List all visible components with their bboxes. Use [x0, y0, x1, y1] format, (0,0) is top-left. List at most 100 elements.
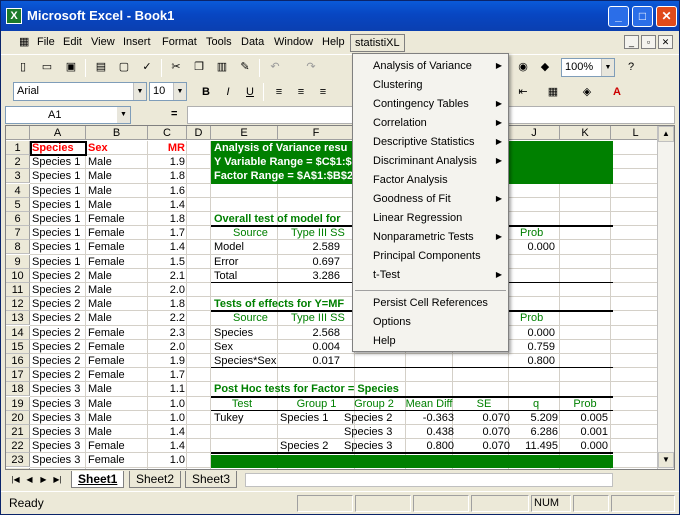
scroll-up-icon[interactable]: ▲: [658, 126, 674, 142]
menu-item-factor-analysis[interactable]: Factor Analysis: [373, 171, 508, 189]
close-button[interactable]: ✕: [656, 6, 677, 27]
fill-color-icon[interactable]: ◈: [577, 82, 597, 102]
row-header-11[interactable]: 11: [6, 283, 30, 297]
menu-window[interactable]: Window: [274, 36, 313, 48]
format-painter-icon[interactable]: ✎: [235, 57, 255, 77]
underline-icon[interactable]: U: [240, 82, 260, 102]
row-header-10[interactable]: 10: [6, 268, 30, 283]
font-size-select[interactable]: 10 ▼: [149, 82, 187, 101]
paste-icon[interactable]: ▥: [212, 57, 232, 77]
menu-item-nonparametric-tests[interactable]: Nonparametric Tests ▶: [373, 228, 508, 246]
menu-item-analysis-of-variance[interactable]: Analysis of Variance ▶: [373, 57, 508, 75]
new-icon[interactable]: ▯: [13, 57, 33, 77]
row-header-21[interactable]: 21: [6, 425, 30, 439]
first-sheet-icon[interactable]: |◀: [9, 473, 22, 487]
menu-item-t-test[interactable]: t-Test ▶: [373, 266, 508, 284]
menu-insert[interactable]: Insert: [123, 36, 151, 48]
doc-minimize-button[interactable]: _: [624, 35, 639, 49]
row-header-15[interactable]: 15: [6, 339, 30, 354]
doc-restore-button[interactable]: ▫: [641, 35, 656, 49]
bold-icon[interactable]: B: [196, 82, 216, 102]
column-header-E[interactable]: E: [211, 126, 278, 140]
menu-help[interactable]: Help: [322, 36, 345, 48]
column-header-B[interactable]: B: [86, 126, 148, 140]
tab-sheet1[interactable]: Sheet1: [71, 471, 125, 488]
horizontal-scrollbar[interactable]: [245, 473, 613, 487]
row-header-19[interactable]: 19: [6, 396, 30, 411]
menu-item-persist-cell-references[interactable]: Persist Cell References: [373, 294, 508, 312]
column-header-A[interactable]: A: [30, 126, 86, 140]
align-left-icon[interactable]: ≡: [269, 82, 289, 102]
drawing-icon[interactable]: ◆: [535, 57, 555, 77]
menu-item-goodness-of-fit[interactable]: Goodness of Fit ▶: [373, 190, 508, 208]
menu-item-principal-components[interactable]: Principal Components: [373, 247, 508, 265]
menu-tools[interactable]: Tools: [206, 36, 232, 48]
row-header-6[interactable]: 6: [6, 212, 30, 226]
copy-icon[interactable]: ❐: [189, 57, 209, 77]
menu-item-correlation[interactable]: Correlation ▶: [373, 114, 508, 132]
align-center-icon[interactable]: ≡: [291, 82, 311, 102]
align-right-icon[interactable]: ≡: [313, 82, 333, 102]
row-header-22[interactable]: 22: [6, 439, 30, 454]
column-header-J[interactable]: J: [509, 126, 560, 140]
row-header-23[interactable]: 23: [6, 453, 30, 468]
column-header-D[interactable]: D: [187, 126, 211, 140]
last-sheet-icon[interactable]: ▶|: [51, 473, 64, 487]
prev-sheet-icon[interactable]: ◀: [23, 473, 36, 487]
menu-item-help[interactable]: Help: [373, 332, 508, 350]
minimize-button[interactable]: _: [608, 6, 629, 27]
font-select[interactable]: Arial ▼: [13, 82, 147, 101]
undo-icon[interactable]: ↶: [265, 57, 285, 77]
redo-icon[interactable]: ↷: [301, 57, 321, 77]
row-header-24[interactable]: 24: [6, 467, 30, 469]
row-header-7[interactable]: 7: [6, 226, 30, 241]
row-header-9[interactable]: 9: [6, 254, 30, 269]
menu-item-linear-regression[interactable]: Linear Regression: [373, 209, 508, 227]
name-box[interactable]: A1 ▼: [5, 106, 131, 124]
menu-item-descriptive-statistics[interactable]: Descriptive Statistics ▶: [373, 133, 508, 151]
scroll-down-icon[interactable]: ▼: [658, 452, 674, 468]
row-header-3[interactable]: 3: [6, 169, 30, 184]
doc-icon[interactable]: ▦: [19, 35, 29, 48]
menu-item-discriminant-analysis[interactable]: Discriminant Analysis ▶: [373, 152, 508, 170]
globe-icon[interactable]: ◉: [513, 57, 533, 77]
row-header-4[interactable]: 4: [6, 183, 30, 198]
row-header-5[interactable]: 5: [6, 197, 30, 212]
zoom-select[interactable]: 100% ▼: [561, 58, 615, 77]
row-header-13[interactable]: 13: [6, 311, 30, 326]
row-header-12[interactable]: 12: [6, 297, 30, 312]
column-header-L[interactable]: L: [611, 126, 661, 140]
preview-icon[interactable]: ▢: [114, 57, 134, 77]
row-header-18[interactable]: 18: [6, 382, 30, 397]
font-color-icon[interactable]: A: [607, 82, 627, 102]
column-header-K[interactable]: K: [560, 126, 611, 140]
menu-statistixl[interactable]: statistiXL: [350, 34, 405, 52]
menu-view[interactable]: View: [91, 36, 115, 48]
menu-data[interactable]: Data: [241, 36, 264, 48]
next-sheet-icon[interactable]: ▶: [37, 473, 50, 487]
spreadsheet-grid[interactable]: ABCDEFGHIJKL1234567891011121314151617181…: [5, 125, 675, 470]
row-header-8[interactable]: 8: [6, 240, 30, 255]
open-icon[interactable]: ▭: [37, 57, 57, 77]
row-header-20[interactable]: 20: [6, 410, 30, 425]
borders-icon[interactable]: ▦: [543, 82, 563, 102]
maximize-button[interactable]: □: [632, 6, 653, 27]
print-icon[interactable]: ▤: [91, 57, 111, 77]
select-all-corner[interactable]: [6, 126, 30, 140]
column-header-F[interactable]: F: [278, 126, 355, 140]
menu-item-contingency-tables[interactable]: Contingency Tables ▶: [373, 95, 508, 113]
tab-sheet3[interactable]: Sheet3: [185, 471, 238, 488]
row-header-2[interactable]: 2: [6, 155, 30, 170]
italic-icon[interactable]: I: [218, 82, 238, 102]
menu-item-options[interactable]: Options: [373, 313, 508, 331]
row-header-14[interactable]: 14: [6, 325, 30, 340]
row-header-1[interactable]: 1: [6, 141, 30, 155]
cut-icon[interactable]: ✂: [166, 57, 186, 77]
column-header-C[interactable]: C: [148, 126, 187, 140]
help-icon[interactable]: ?: [621, 57, 641, 77]
spelling-icon[interactable]: ✓: [137, 57, 157, 77]
decrease-indent-icon[interactable]: ⇤: [513, 82, 533, 102]
vertical-scrollbar[interactable]: ▲ ▼: [657, 126, 674, 469]
menu-format[interactable]: Format: [162, 36, 197, 48]
menu-edit[interactable]: Edit: [63, 36, 82, 48]
